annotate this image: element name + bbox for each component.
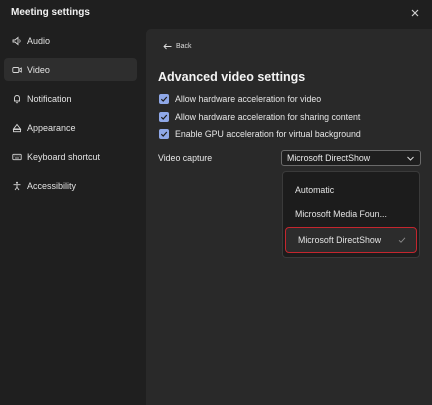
sidebar-item-keyboard-shortcut[interactable]: Keyboard shortcut [4,145,137,168]
sidebar-item-notification[interactable]: Notification [4,87,137,110]
settings-panel: Back Advanced video settings Allow hardw… [146,29,432,405]
menu-item-media-foundation[interactable]: Microsoft Media Foun... [283,203,419,225]
video-capture-label: Video capture [158,153,213,163]
video-capture-menu: Automatic Microsoft Media Foun... Micros… [282,171,420,258]
back-button[interactable]: Back [163,43,192,50]
page-title: Advanced video settings [158,70,306,84]
bell-icon [12,94,22,104]
video-capture-value: Microsoft DirectShow [287,153,371,163]
sidebar-item-label: Video [27,64,50,75]
sidebar-item-label: Keyboard shortcut [27,151,101,162]
hw-accel-sharing-option[interactable]: Allow hardware acceleration for sharing … [159,111,360,123]
sidebar-item-appearance[interactable]: Appearance [4,116,137,139]
gpu-accel-background-option[interactable]: Enable GPU acceleration for virtual back… [159,128,361,140]
checkmark-icon [160,131,168,137]
checkmark-icon [160,96,168,102]
gpu-accel-background-checkbox[interactable] [159,129,169,139]
back-label: Back [176,43,192,50]
arrow-left-icon [163,43,172,50]
close-icon [411,9,419,17]
window-title: Meeting settings [11,7,90,18]
gpu-accel-background-label: Enable GPU acceleration for virtual back… [175,129,361,139]
speaker-icon [12,36,22,46]
video-camera-icon [12,65,22,75]
menu-item-automatic[interactable]: Automatic [283,179,419,201]
paint-icon [12,123,22,133]
hw-accel-video-option[interactable]: Allow hardware acceleration for video [159,93,321,105]
menu-item-label: Automatic [295,185,335,195]
sidebar-item-audio[interactable]: Audio [4,29,137,52]
accessibility-icon [12,181,22,191]
sidebar-item-label: Accessibility [27,180,77,191]
menu-item-label: Microsoft DirectShow [298,235,382,245]
hw-accel-sharing-checkbox[interactable] [159,112,169,122]
checkmark-icon [160,114,168,120]
hw-accel-video-checkbox[interactable] [159,94,169,104]
keyboard-icon [12,152,22,162]
checkmark-icon [398,237,406,243]
sidebar-item-label: Notification [27,93,72,104]
close-button[interactable] [408,6,422,20]
sidebar-item-label: Appearance [27,122,76,133]
video-capture-select[interactable]: Microsoft DirectShow [281,150,421,166]
menu-item-label: Microsoft Media Foun... [295,209,387,219]
sidebar-item-accessibility[interactable]: Accessibility [4,174,137,197]
sidebar-item-video[interactable]: Video [4,58,137,81]
hw-accel-sharing-label: Allow hardware acceleration for sharing … [175,112,361,122]
chevron-down-icon [407,156,414,161]
sidebar-item-label: Audio [27,35,51,46]
menu-item-directshow[interactable]: Microsoft DirectShow [285,227,417,253]
hw-accel-video-label: Allow hardware acceleration for video [175,94,322,104]
sidebar: Audio Video Notification Appearance Keyb… [4,29,137,203]
